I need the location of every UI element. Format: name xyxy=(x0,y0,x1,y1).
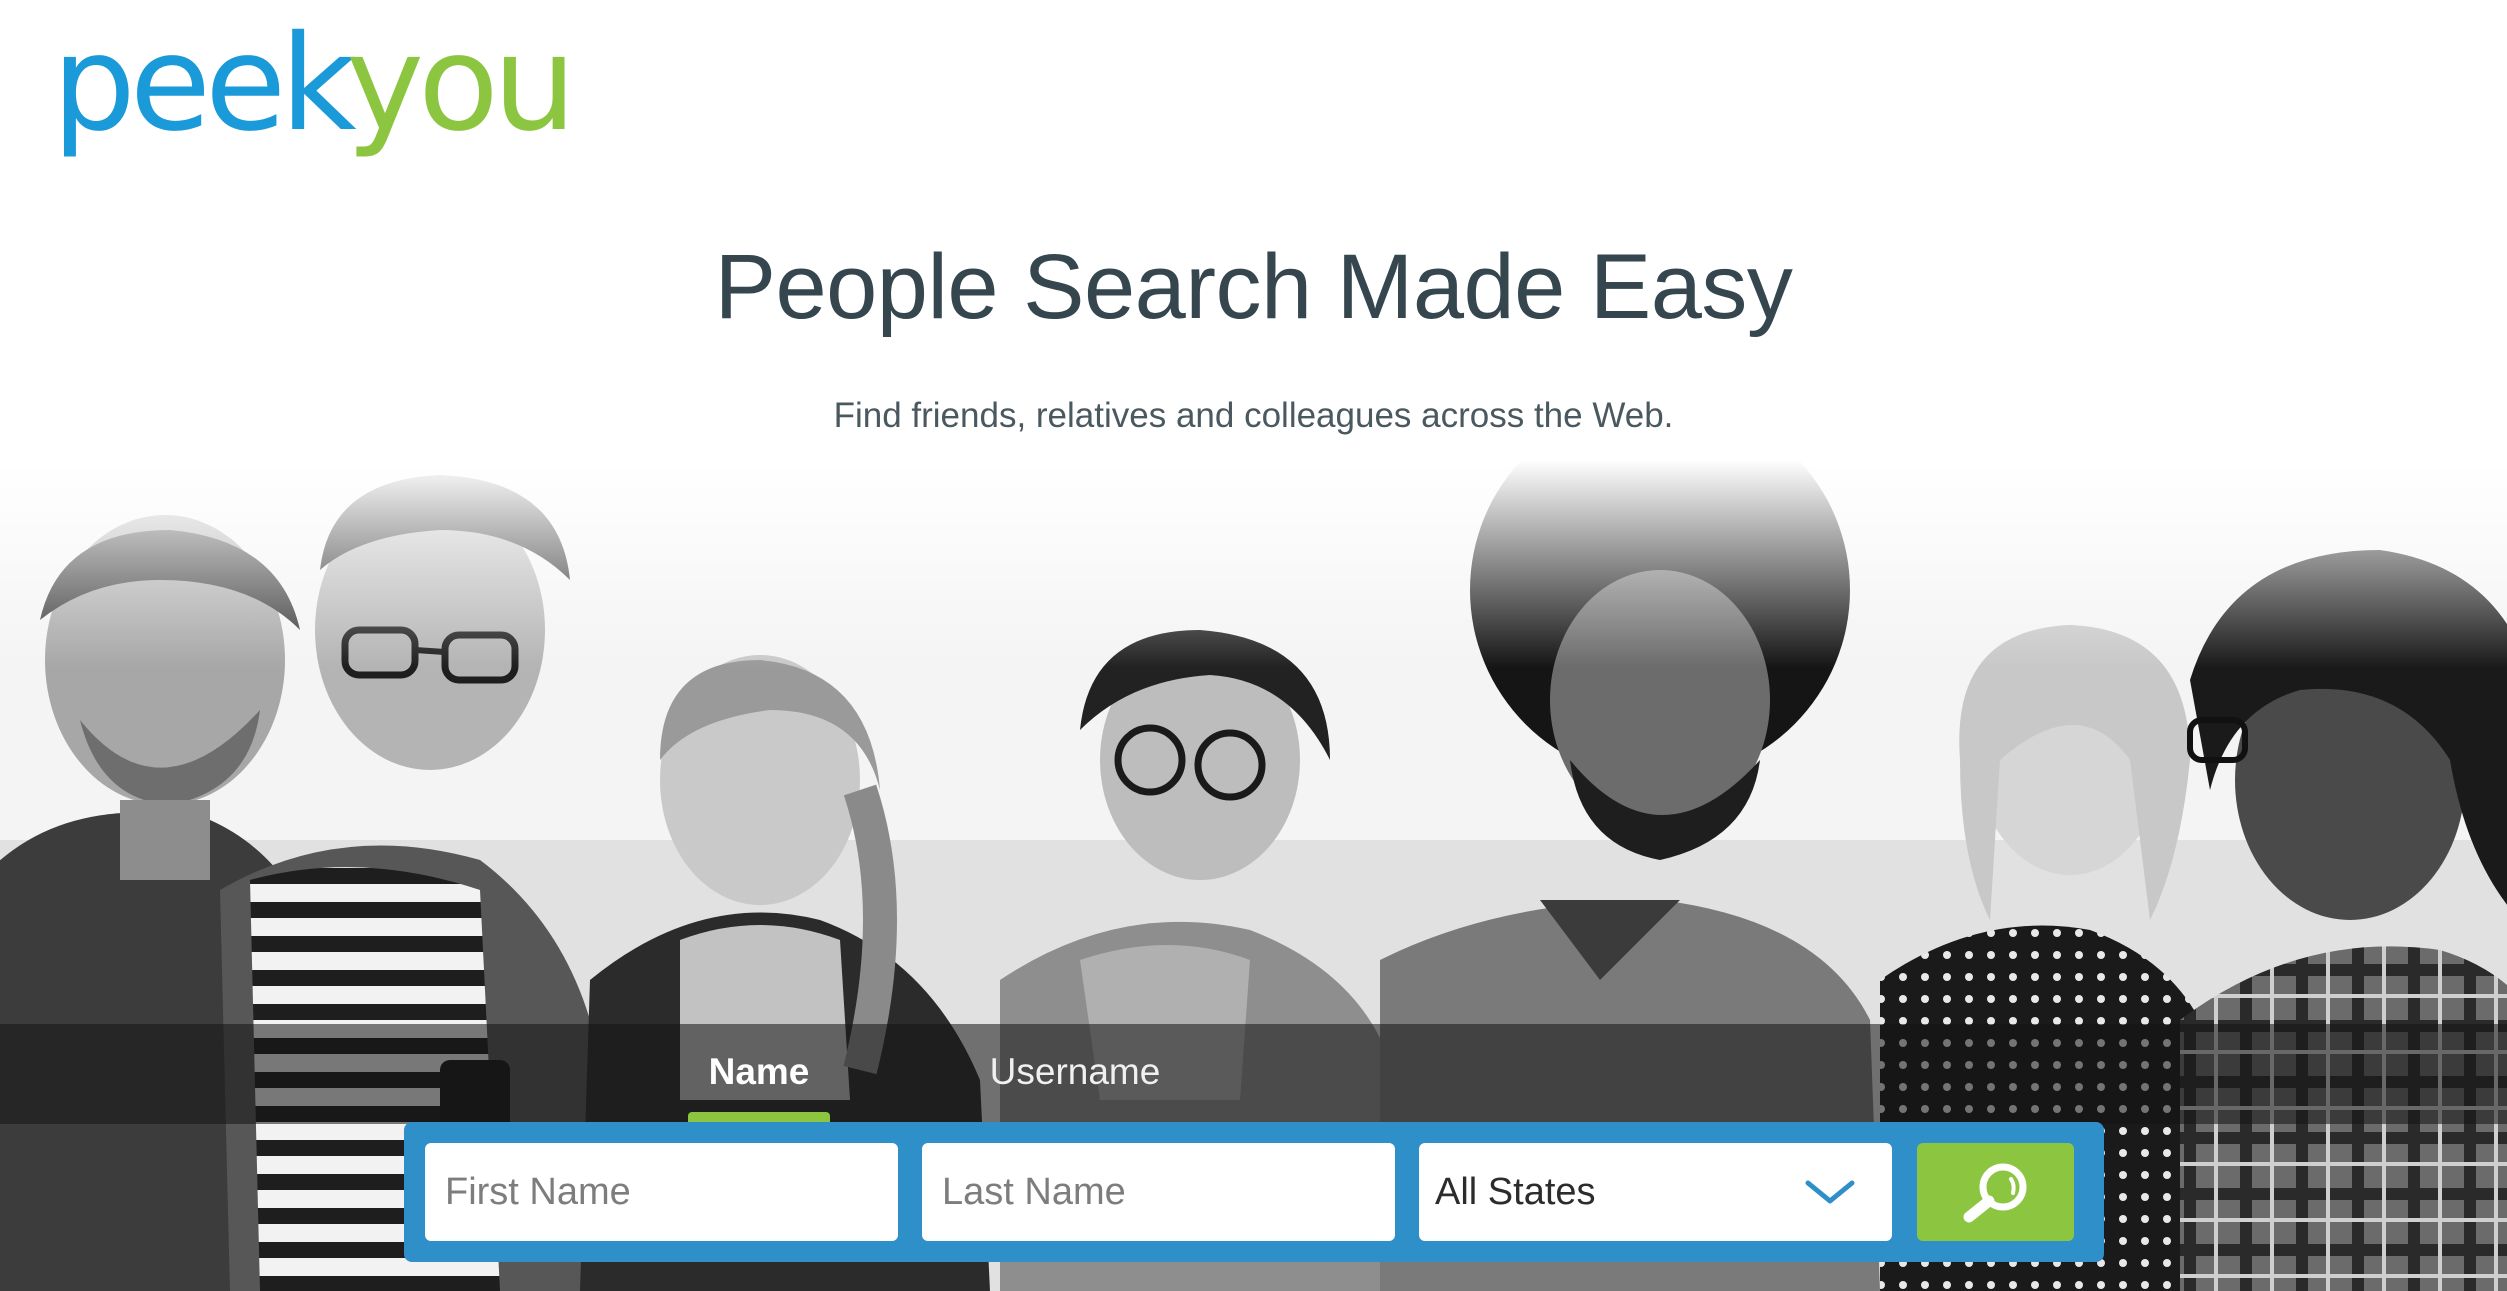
state-dropdown[interactable]: All States xyxy=(1419,1143,1892,1241)
search-button[interactable] xyxy=(1917,1143,2074,1241)
peekyou-logo[interactable]: peekyou xyxy=(52,18,576,150)
first-name-input[interactable] xyxy=(425,1143,898,1241)
state-selected-value: All States xyxy=(1435,1171,1596,1213)
page-subheadline: Find friends, relatives and colleagues a… xyxy=(833,396,1674,435)
tab-username[interactable]: Username xyxy=(980,1046,1170,1098)
search-tabs-band xyxy=(0,1024,2507,1124)
tab-name[interactable]: Name xyxy=(688,1046,830,1098)
active-tab-indicator xyxy=(688,1112,830,1122)
page-headline: People Search Made Easy xyxy=(714,236,1793,338)
chevron-down-icon xyxy=(1805,1180,1855,1204)
last-name-input[interactable] xyxy=(922,1143,1395,1241)
search-icon xyxy=(1963,1163,2027,1223)
logo-peek: peek xyxy=(52,7,352,161)
logo-you: you xyxy=(345,7,577,161)
